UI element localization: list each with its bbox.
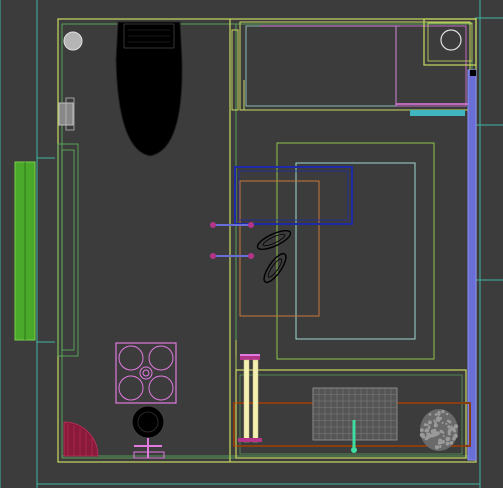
window-left	[14, 143, 79, 357]
plant-leaf	[447, 437, 451, 441]
slippers[interactable]	[255, 227, 293, 285]
plant-leaf	[428, 427, 431, 430]
plant-leaf	[431, 433, 435, 438]
plant-leaf	[434, 421, 437, 424]
plant-leaf	[441, 409, 445, 414]
potted-plant[interactable]	[419, 409, 459, 451]
plant-leaf	[445, 422, 448, 425]
plant-leaf	[441, 431, 445, 434]
plant-leaf	[423, 423, 427, 427]
plant-leaf	[450, 425, 453, 428]
plant-leaf	[448, 428, 452, 433]
plant-leaf	[436, 431, 440, 435]
plant-leaf	[434, 413, 438, 416]
chair[interactable]	[131, 405, 165, 459]
plant-leaf	[442, 435, 445, 438]
plant-leaf	[452, 437, 456, 441]
hanger-rod[interactable]	[210, 222, 254, 259]
plant-leaf	[445, 412, 449, 416]
plant-leaf	[449, 441, 454, 445]
plant-leaf	[441, 421, 444, 424]
plant-leaf	[439, 445, 442, 449]
plant-leaf	[453, 433, 458, 439]
round-table[interactable]	[115, 342, 177, 404]
plant-leaf	[428, 413, 432, 416]
cad-viewport[interactable]	[0, 0, 503, 488]
plant-leaf	[432, 429, 437, 435]
plant-leaf	[447, 432, 451, 436]
keyboard[interactable]	[312, 387, 398, 453]
bed[interactable]	[239, 21, 471, 116]
floor-plan-canvas[interactable]	[0, 0, 503, 488]
plant-leaf	[447, 425, 451, 429]
plant-leaf	[426, 435, 430, 439]
plant-leaf	[433, 424, 437, 428]
plant-leaf	[448, 420, 452, 424]
rug[interactable]	[234, 142, 435, 360]
door-swing[interactable]	[63, 421, 99, 457]
plant-leaf	[436, 416, 441, 421]
plant-leaf	[452, 427, 455, 431]
plant-leaf	[434, 445, 440, 450]
toilet[interactable]	[63, 21, 183, 157]
plant-leaf	[419, 428, 424, 433]
radiator[interactable]	[238, 354, 262, 443]
plant-leaf	[445, 441, 450, 446]
plant-leaf	[438, 438, 443, 443]
door-frame	[231, 29, 245, 356]
plant-leaf	[427, 420, 432, 425]
plant-leaf	[437, 410, 441, 415]
plant-leaf	[421, 434, 426, 439]
wall-fixture	[58, 97, 75, 131]
wardrobe[interactable]	[467, 69, 477, 461]
